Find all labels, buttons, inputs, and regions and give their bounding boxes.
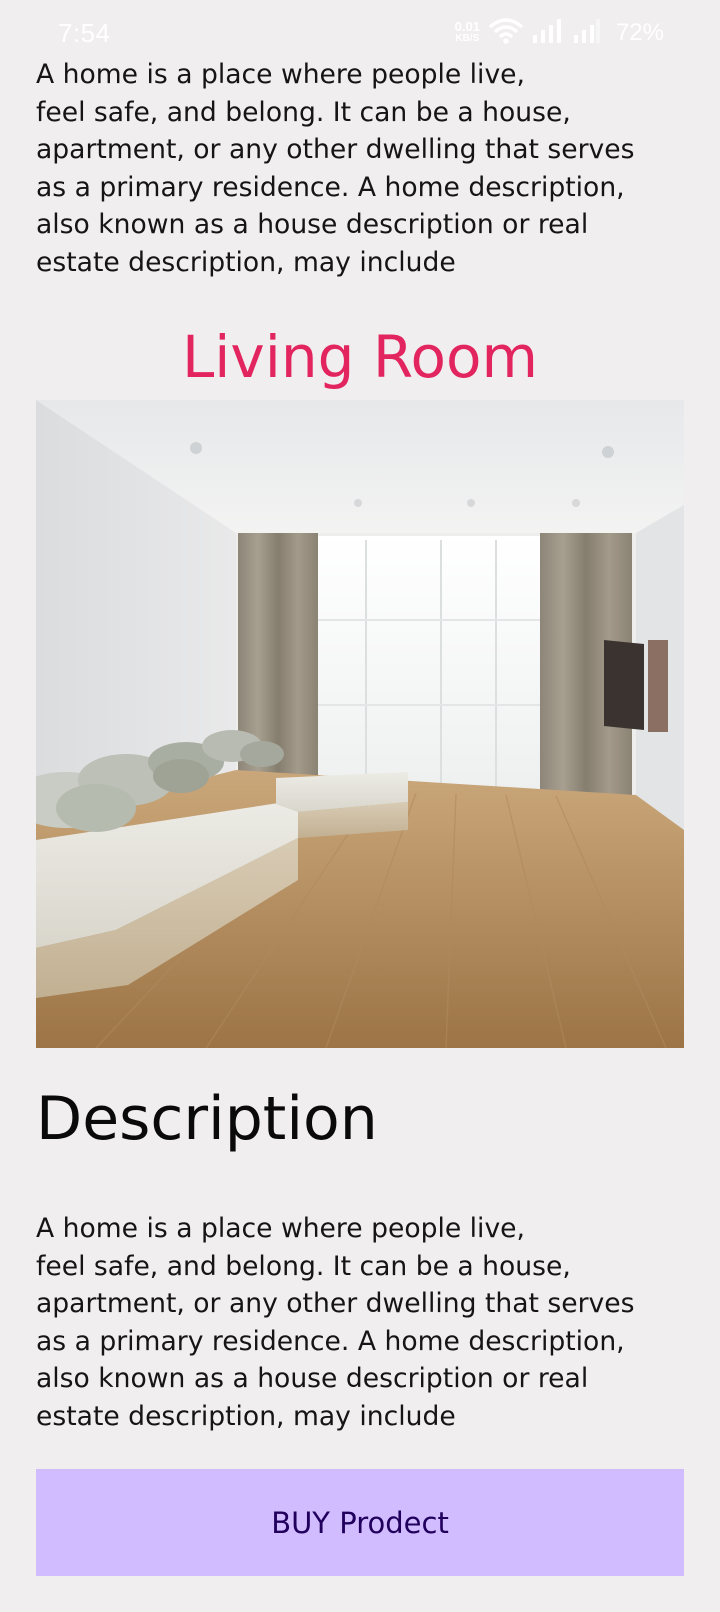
battery-percentage: 72% [615, 19, 664, 46]
signal-icon [532, 18, 564, 49]
network-speed: 0.01 KB/S [454, 19, 480, 45]
section-title: Living Room [181, 323, 539, 391]
description-heading: Description [36, 1084, 378, 1154]
intro-paragraph: A home is a place where people live, fee… [36, 59, 635, 278]
description-paragraph: A home is a place where people live, fee… [36, 1213, 635, 1432]
network-speed-unit: KB/S [455, 33, 480, 44]
signal-icon [573, 18, 601, 49]
network-speed-value: 0.01 [454, 19, 480, 34]
living-room-photo [36, 400, 684, 1048]
status-indicators: 0.01 KB/S 72% [455, 16, 664, 50]
wifi-icon [489, 17, 523, 50]
buy-product-button[interactable]: BUY Prodect [36, 1469, 684, 1576]
status-time: 7:54 [58, 18, 111, 48]
